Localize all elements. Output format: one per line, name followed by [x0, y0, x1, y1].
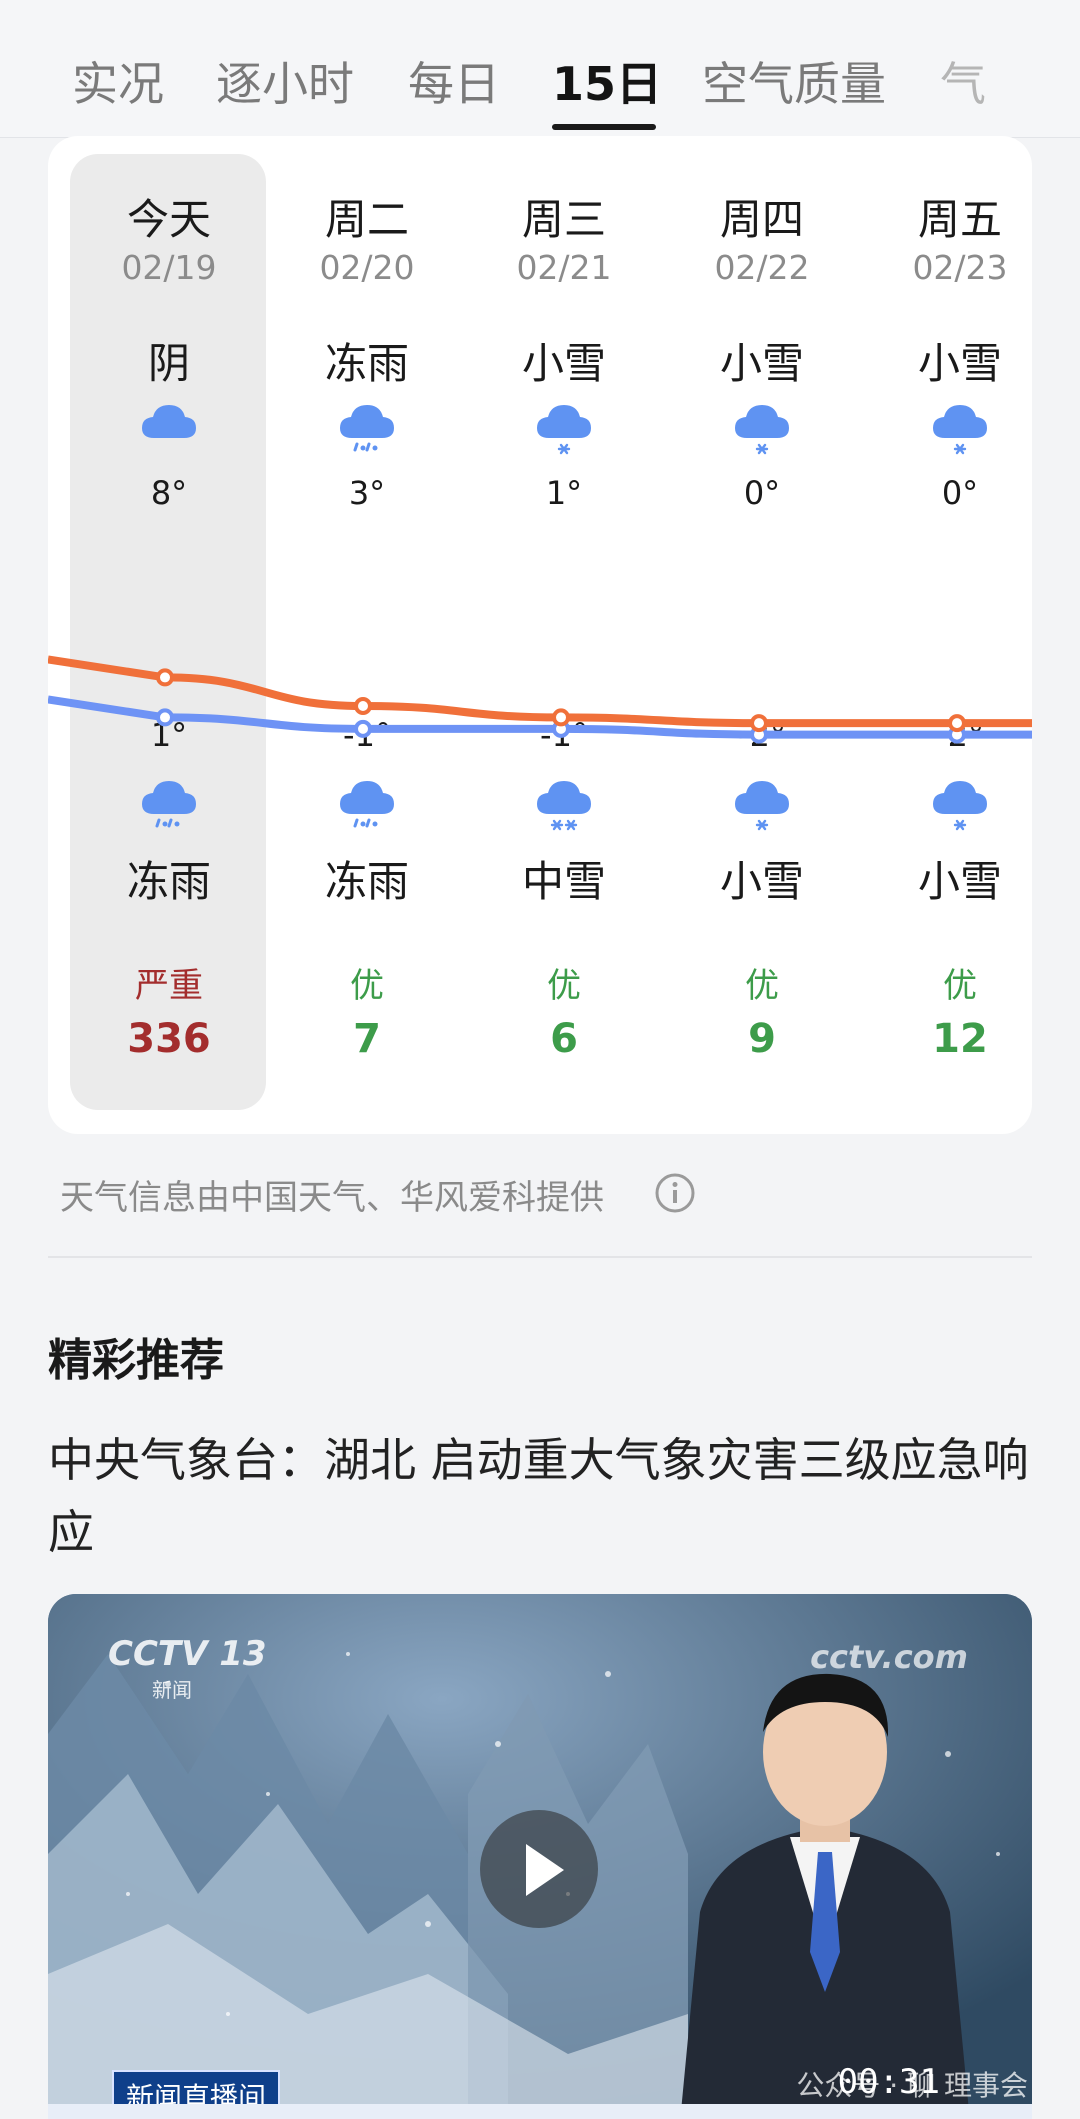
aqi-value: 12	[932, 1016, 988, 1062]
forecast-day-column[interactable]: 周二02/20冻雨3°-1°冻雨优7	[268, 136, 466, 1134]
aqi-level: 优	[547, 966, 581, 1006]
tab-more[interactable]: 气	[940, 48, 986, 114]
aqi-value: 9	[748, 1016, 776, 1062]
tab-air-quality[interactable]: 空气质量	[702, 48, 886, 114]
light-snow-icon	[861, 394, 1032, 458]
temperature-chart	[48, 655, 1032, 744]
date-label: 02/22	[714, 248, 810, 287]
forecast-day-column[interactable]: 周四02/22小雪0°-2°小雪优9	[663, 136, 861, 1134]
tab-15day[interactable]: 15日	[552, 48, 662, 114]
video-player[interactable]: CCTV 13 新闻 cctv.com 新闻直播间 公众号 · 聊 理事会 00…	[48, 1594, 1032, 2119]
high-temp: 0°	[743, 474, 781, 512]
date-label: 02/19	[121, 248, 217, 287]
light-snow-icon	[465, 394, 663, 458]
day-label: 今天	[126, 195, 211, 244]
light-snow-icon	[663, 394, 861, 458]
night-condition: 小雪	[917, 857, 1002, 906]
tab-bar: 实况 逐小时 每日 15日 空气质量 气	[0, 0, 1080, 138]
divider	[48, 1256, 1032, 1258]
aqi-level: 优	[745, 966, 779, 1006]
forecast-day-column[interactable]: 周三02/21小雪1°-1°中雪优6	[465, 136, 663, 1134]
high-temp-curve	[48, 655, 1032, 728]
aqi-value: 7	[353, 1016, 381, 1062]
aqi-level: 严重	[135, 966, 203, 1006]
video-duration: 00:31	[837, 2062, 940, 2102]
tab-hourly[interactable]: 逐小时	[216, 48, 354, 114]
news-anchor-image	[680, 1673, 970, 2119]
high-temp-curve-point	[156, 668, 174, 687]
high-temp-curve-point	[948, 714, 966, 733]
day-label: 周二	[324, 195, 409, 244]
aqi-level: 优	[943, 966, 977, 1006]
day-condition: 冻雨	[324, 339, 409, 388]
high-temp: 1°	[545, 474, 583, 512]
cctv13-logo: CCTV 13 新闻	[108, 1634, 267, 1702]
high-temp: 8°	[150, 474, 188, 512]
day-label: 周三	[521, 195, 606, 244]
date-label: 02/23	[912, 248, 1008, 287]
high-temp: 0°	[941, 474, 979, 512]
high-temp-curve-point	[750, 714, 768, 733]
day-condition: 小雪	[521, 339, 606, 388]
aqi-level: 优	[350, 966, 384, 1006]
freezing-rain-icon	[268, 394, 466, 458]
play-icon[interactable]	[526, 1844, 564, 1896]
tab-realtime[interactable]: 实况	[72, 48, 164, 114]
aqi-value: 6	[550, 1016, 578, 1062]
low-temp-curve-point	[156, 708, 174, 727]
high-temp-curve-point	[552, 708, 570, 727]
night-condition: 冻雨	[324, 857, 409, 906]
tab-daily[interactable]: 每日	[408, 48, 500, 114]
date-label: 02/21	[516, 248, 612, 287]
cctv-com-logo: cctv.com	[810, 1638, 968, 1676]
low-temp-curve-point	[354, 719, 372, 738]
high-temp: 3°	[348, 474, 386, 512]
active-tab-indicator	[552, 124, 656, 130]
data-source-text: 天气信息由中国天气、华风爱科提供	[60, 1178, 604, 1218]
day-label: 周四	[719, 195, 804, 244]
night-condition: 中雪	[521, 857, 606, 906]
cloudy-icon	[70, 394, 268, 458]
forecast-card: 今天02/19阴8°1°冻雨严重336周二02/20冻雨3°-1°冻雨优7周三0…	[48, 136, 1032, 1134]
night-condition: 冻雨	[126, 857, 211, 906]
day-condition: 小雪	[719, 339, 804, 388]
forecast-day-column[interactable]: 周五02/23小雪0°-2°小雪优12	[861, 136, 1032, 1134]
day-label: 周五	[917, 195, 1002, 244]
section-title: 精彩推荐	[48, 1335, 224, 1386]
high-temp-curve-point	[354, 697, 372, 715]
date-label: 02/20	[319, 248, 415, 287]
day-condition: 小雪	[917, 339, 1002, 388]
info-icon[interactable]	[654, 1172, 696, 1214]
day-condition: 阴	[147, 339, 190, 388]
aqi-value: 336	[127, 1016, 211, 1062]
news-headline[interactable]: 中央气象台：湖北 启动重大气象灾害三级应急响应	[48, 1424, 1038, 1568]
forecast-day-column[interactable]: 今天 02/19 阴 8° 1° 冻雨 严重 336	[70, 136, 268, 1134]
night-condition: 小雪	[719, 857, 804, 906]
news-ticker	[48, 2104, 1032, 2119]
